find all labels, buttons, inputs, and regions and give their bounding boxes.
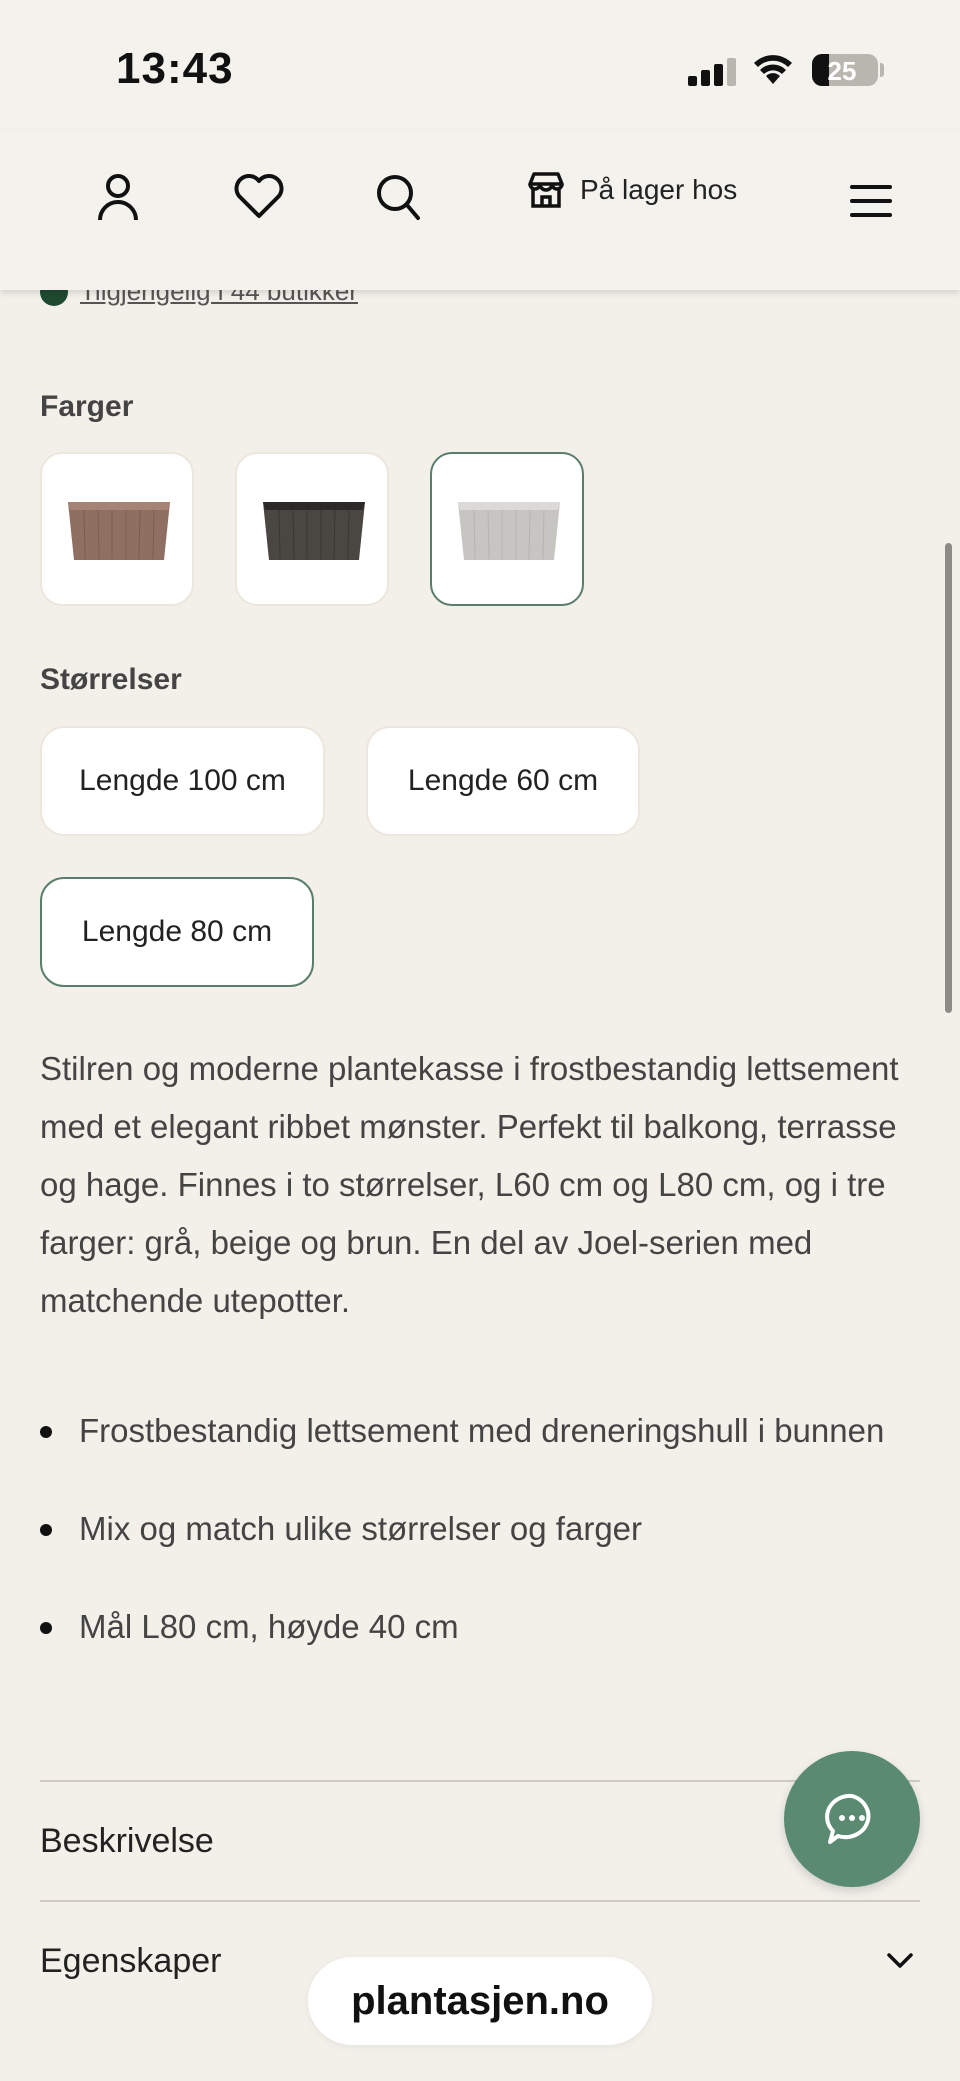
heart-icon[interactable] [232, 172, 286, 220]
feature-item: Mål L80 cm, høyde 40 cm [40, 1598, 920, 1656]
account-icon[interactable] [96, 172, 140, 222]
wifi-icon [754, 55, 792, 84]
planter-brown-image [68, 502, 170, 560]
menu-icon[interactable] [850, 184, 892, 218]
status-bar: 13:43 25 [0, 0, 960, 130]
color-swatch-brown[interactable] [40, 452, 194, 606]
battery-cap [880, 63, 884, 77]
planter-black-image [263, 502, 365, 560]
size-option-60cm[interactable]: Lengde 60 cm [366, 726, 640, 836]
search-icon[interactable] [374, 172, 422, 222]
feature-item: Frostbestandig lettsement med drenerings… [40, 1402, 920, 1460]
colors-title: Farger [40, 390, 134, 423]
sizes-title: Størrelser [40, 663, 182, 696]
browser-url-bar[interactable]: plantasjen.no [308, 1957, 652, 2045]
size-option-80cm[interactable]: Lengde 80 cm [40, 877, 314, 987]
battery-icon: 25 [812, 54, 878, 86]
accordion-properties[interactable]: Egenskaper [40, 1942, 221, 1981]
store-icon [528, 172, 564, 208]
site-header: På lager hos [0, 130, 960, 290]
scrollbar[interactable] [945, 543, 952, 1013]
cellular-signal-icon [688, 58, 736, 86]
chevron-down-icon[interactable] [886, 1952, 914, 1970]
chat-bubble-icon [825, 1793, 871, 1844]
accordion-description[interactable]: Beskrivelse [40, 1822, 214, 1861]
store-stock-label: På lager hos [580, 174, 738, 205]
product-description: Stilren og moderne plantekasse i frostbe… [40, 1050, 899, 1319]
store-stock-link[interactable]: På lager hos [526, 170, 737, 210]
status-time: 13:43 [116, 44, 234, 93]
battery-level: 25 [827, 56, 857, 86]
feature-list: Frostbestandig lettsement med drenerings… [40, 1402, 920, 1696]
divider [40, 1900, 920, 1902]
chat-button[interactable] [784, 1751, 920, 1887]
color-swatch-black[interactable] [235, 452, 389, 606]
size-option-100cm[interactable]: Lengde 100 cm [40, 726, 325, 836]
feature-item: Mix og match ulike størrelser og farger [40, 1500, 920, 1558]
divider [40, 1780, 920, 1782]
planter-grey-image [458, 502, 560, 560]
color-swatch-grey[interactable] [430, 452, 584, 606]
